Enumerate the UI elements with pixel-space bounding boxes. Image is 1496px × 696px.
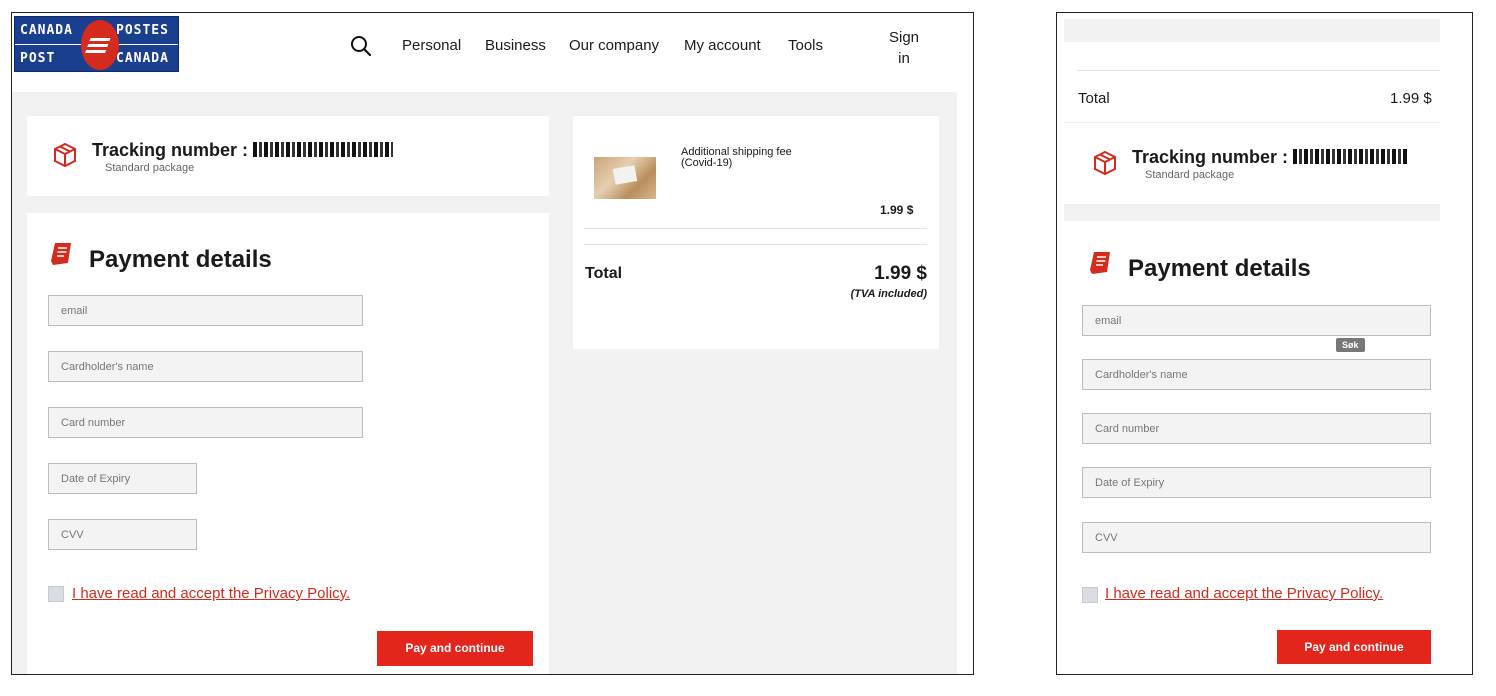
search-tooltip: Søk [1336, 338, 1365, 352]
privacy-policy-link[interactable]: I have read and accept the Privacy Polic… [72, 585, 350, 602]
payment-title: Payment details [89, 246, 272, 273]
privacy-checkbox[interactable] [48, 586, 64, 602]
package-type: Standard package [105, 162, 195, 174]
tax-note: (TVA included) [850, 288, 927, 300]
canada-post-logo[interactable]: CANADA POSTES POST CANADA [14, 16, 179, 72]
order-summary-card: Additional shipping fee (Covid-19) 1.99 … [573, 116, 939, 349]
total-value: 1.99 $ [874, 263, 927, 284]
nav-tools[interactable]: Tools [788, 37, 823, 54]
logo-word: CANADA [20, 23, 73, 38]
receipt-icon [1090, 252, 1110, 274]
logo-word: POSTES [116, 23, 169, 38]
payment-card: Payment details I have read and accept t… [27, 213, 549, 674]
top-strip [1064, 19, 1440, 42]
package-box-icon [1094, 150, 1116, 176]
sign-in-line2: in [898, 50, 910, 67]
privacy-checkbox[interactable] [1082, 587, 1098, 603]
logo-emblem-icon [81, 20, 119, 70]
expiry-date-field[interactable] [1082, 467, 1431, 498]
card-number-field[interactable] [48, 407, 363, 438]
package-type: Standard package [1145, 169, 1235, 181]
mobile-total-label: Total [1078, 90, 1110, 107]
pay-and-continue-button[interactable]: Pay and continue [377, 631, 533, 666]
search-icon[interactable] [350, 35, 372, 57]
expiry-date-field[interactable] [48, 463, 197, 494]
tracking-number-redacted [253, 142, 394, 157]
nav-our-company[interactable]: Our company [569, 37, 659, 54]
tracking-card: Tracking number : Standard package [27, 116, 549, 196]
email-field[interactable] [1082, 305, 1431, 336]
item-price: 1.99 $ [880, 203, 914, 217]
payment-title: Payment details [1128, 255, 1311, 282]
logo-word: CANADA [116, 51, 169, 66]
cardholder-name-field[interactable] [1082, 359, 1431, 390]
section-separator [1064, 204, 1440, 221]
cardholder-name-field[interactable] [48, 351, 363, 382]
cvv-field[interactable] [1082, 522, 1431, 553]
logo-word: POST [20, 51, 56, 66]
sign-in-line1: Sign [888, 29, 920, 46]
tracking-label: Tracking number : [92, 140, 249, 160]
desktop-view: CANADA POSTES POST CANADA Personal Busin… [11, 12, 974, 675]
mobile-view: Total 1.99 $ Tracking number : Standard … [1056, 12, 1473, 675]
divider [584, 228, 927, 229]
cvv-field[interactable] [48, 519, 197, 550]
pay-and-continue-button[interactable]: Pay and continue [1277, 630, 1431, 664]
email-field[interactable] [48, 295, 363, 326]
nav-personal[interactable]: Personal [402, 37, 461, 54]
nav-business[interactable]: Business [485, 37, 546, 54]
package-box-icon [54, 142, 76, 168]
item-name-line2: (Covid-19) [681, 157, 733, 169]
tracking-label: Tracking number : [1132, 147, 1289, 167]
divider [1077, 70, 1440, 71]
product-thumbnail [594, 157, 656, 199]
receipt-icon [51, 243, 71, 265]
card-number-field[interactable] [1082, 413, 1431, 444]
total-label: Total [585, 265, 623, 282]
sign-in-link[interactable]: Sign in [882, 27, 926, 69]
privacy-policy-link[interactable]: I have read and accept the Privacy Polic… [1105, 585, 1383, 602]
divider [584, 244, 927, 245]
nav-my-account[interactable]: My account [684, 37, 761, 54]
divider [1064, 122, 1440, 123]
tracking-number-redacted [1293, 149, 1408, 164]
mobile-total-value: 1.99 $ [1390, 90, 1432, 107]
